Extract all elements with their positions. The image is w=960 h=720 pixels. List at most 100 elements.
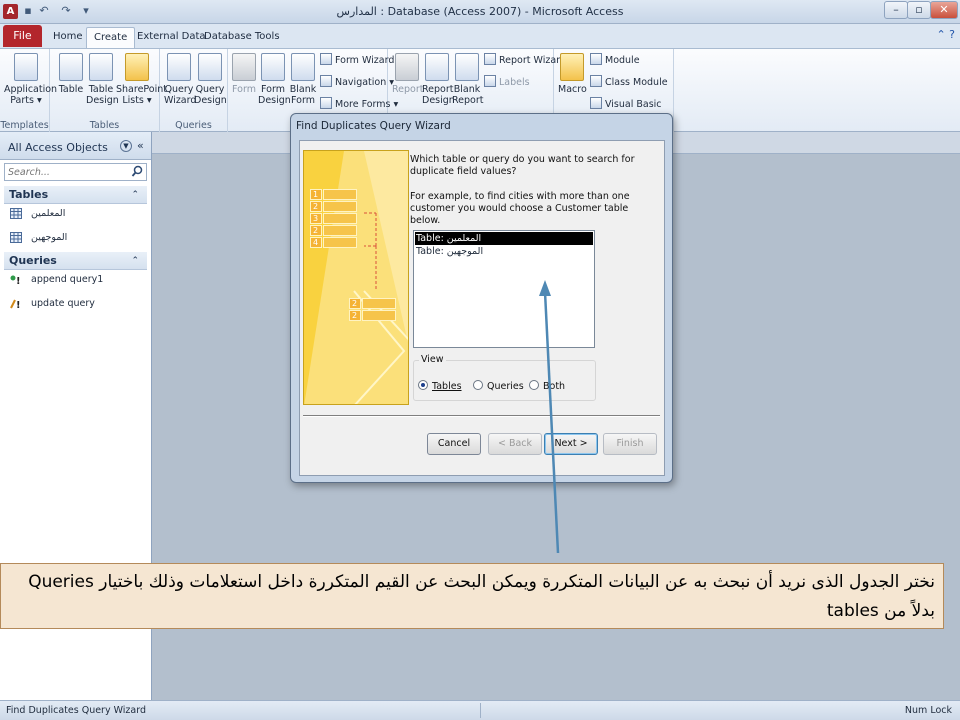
- radio-icon: [529, 380, 539, 390]
- back-button[interactable]: < Back: [488, 433, 542, 455]
- labels-button[interactable]: Labels: [484, 75, 530, 90]
- navigation-label: Navigation ▾: [335, 77, 395, 88]
- dialog-separator: [303, 415, 660, 417]
- view-groupbox: View Tables Queries Both: [413, 354, 596, 401]
- tab-home[interactable]: Home: [46, 27, 90, 48]
- form-design-button[interactable]: Form Design: [258, 53, 291, 106]
- group-tables: Table Table Design SharePoint Lists ▾ Ta…: [50, 49, 167, 133]
- wizard-art-row-number: 2: [349, 298, 361, 309]
- module-button[interactable]: Module: [590, 53, 640, 68]
- restore-button[interactable]: ▫: [907, 1, 931, 19]
- macro-label: Macro: [558, 84, 587, 95]
- application-parts-button[interactable]: Application Parts ▾: [4, 53, 57, 106]
- wizard-art-row-cells: [323, 225, 357, 236]
- class-module-button[interactable]: Class Module: [590, 75, 668, 90]
- query-wizard-label: Query Wizard: [164, 84, 197, 106]
- tab-file[interactable]: File: [3, 25, 42, 47]
- wizard-art-row: 2: [310, 225, 358, 236]
- wizard-art-row-number: 2: [349, 310, 361, 321]
- sharepoint-lists-button[interactable]: SharePoint Lists ▾: [116, 53, 167, 106]
- close-button[interactable]: ✕: [930, 1, 958, 19]
- next-button[interactable]: Next >: [544, 433, 598, 455]
- search-input[interactable]: [5, 164, 131, 180]
- radio-queries[interactable]: Queries: [473, 380, 524, 392]
- search-icon[interactable]: [131, 165, 144, 178]
- navigation-button[interactable]: Navigation ▾: [320, 75, 394, 90]
- dialog-example: For example, to find cities with more th…: [410, 191, 630, 226]
- labels-label: Labels: [499, 77, 530, 88]
- nav-title: All Access Objects: [8, 141, 108, 154]
- navigation-icon: [320, 75, 332, 87]
- find-duplicates-dialog: Find Duplicates Query Wizard 12324 22 Wh…: [290, 113, 673, 483]
- form-label: Form: [232, 84, 256, 95]
- nav-item-label: append query1: [31, 274, 104, 285]
- svg-text:!: !: [16, 276, 21, 285]
- update-query-icon: !: [10, 299, 21, 309]
- wizard-art-row: 2: [310, 201, 358, 212]
- wizard-art-row: 1: [310, 189, 358, 200]
- nav-group-queries-label: Queries: [9, 254, 57, 267]
- append-query-icon: !: [10, 275, 21, 285]
- blank-form-button[interactable]: Blank Form: [288, 53, 318, 106]
- radio-queries-label: Queries: [487, 381, 524, 392]
- query-wizard-button[interactable]: Query Wizard: [164, 53, 197, 106]
- nav-item-table-2[interactable]: الموجهين: [8, 228, 147, 248]
- tab-create[interactable]: Create: [86, 27, 136, 48]
- application-parts-icon: [14, 53, 38, 81]
- blank-report-label: Blank Report: [452, 84, 484, 106]
- form-wizard-button[interactable]: Form Wizard: [320, 53, 394, 68]
- help-icon[interactable]: ⌃ ?: [936, 28, 955, 41]
- query-design-button[interactable]: Query Design: [194, 53, 227, 106]
- nav-group-queries[interactable]: Queries ⌃: [4, 252, 147, 270]
- nav-item-query-2[interactable]: ! update query: [8, 294, 147, 314]
- table-design-button[interactable]: Table Design: [86, 53, 119, 106]
- nav-item-label: المعلمين: [31, 208, 66, 219]
- nav-header[interactable]: All Access Objects ▼ «: [0, 132, 151, 160]
- svg-text:!: !: [16, 300, 21, 309]
- chevron-up-icon: ⌃: [131, 190, 139, 200]
- table-button[interactable]: Table: [56, 53, 86, 95]
- wizard-art-row-number: 4: [310, 237, 322, 248]
- nav-search-box: [4, 163, 147, 181]
- nav-item-table-1[interactable]: المعلمين: [8, 204, 147, 224]
- wizard-art-row: 2: [349, 298, 397, 309]
- minimize-button[interactable]: –: [884, 1, 908, 19]
- status-divider: [480, 703, 481, 718]
- radio-both[interactable]: Both: [529, 380, 565, 392]
- more-forms-icon: [320, 97, 332, 109]
- report-button[interactable]: Report: [392, 53, 424, 95]
- form-design-label: Form Design: [258, 84, 291, 106]
- report-wizard-icon: [484, 53, 496, 65]
- report-icon: [395, 53, 419, 81]
- report-label: Report: [392, 84, 424, 95]
- wizard-art-row-cells: [362, 298, 396, 309]
- table-icon: [59, 53, 83, 81]
- cancel-button[interactable]: Cancel: [427, 433, 481, 455]
- list-item[interactable]: Table: المعلمين: [415, 232, 593, 245]
- table-listbox[interactable]: Table: المعلمين Table: الموجهين: [413, 230, 595, 348]
- nav-item-query-1[interactable]: ! append query1: [8, 270, 147, 290]
- form-button[interactable]: Form: [230, 53, 258, 95]
- blank-report-button[interactable]: Blank Report: [452, 53, 484, 106]
- form-wizard-icon: [320, 53, 332, 65]
- tab-database-tools[interactable]: Database Tools: [197, 27, 287, 48]
- report-design-button[interactable]: Report Design: [422, 53, 455, 106]
- group-label-tables: Tables: [89, 120, 120, 131]
- form-design-icon: [261, 53, 285, 81]
- visual-basic-button[interactable]: Visual Basic: [590, 97, 662, 112]
- shutter-bar-collapse-icon[interactable]: «: [137, 139, 144, 152]
- wizard-art-row: 4: [310, 237, 358, 248]
- finish-button[interactable]: Finish: [603, 433, 657, 455]
- table-label: Table: [58, 84, 84, 95]
- chevron-up-icon: ⌃: [131, 256, 139, 266]
- list-item[interactable]: Table: الموجهين: [415, 245, 593, 258]
- nav-menu-icon[interactable]: ▼: [120, 140, 132, 152]
- wizard-art-row: 2: [349, 310, 397, 321]
- wizard-art-row-number: 1: [310, 189, 322, 200]
- group-label-queries: Queries: [175, 120, 212, 131]
- macro-button[interactable]: Macro: [558, 53, 587, 95]
- status-bar: Find Duplicates Query Wizard Num Lock: [0, 700, 960, 720]
- radio-tables[interactable]: Tables: [418, 380, 462, 392]
- more-forms-button[interactable]: More Forms ▾: [320, 97, 398, 112]
- nav-group-tables[interactable]: Tables ⌃: [4, 186, 147, 204]
